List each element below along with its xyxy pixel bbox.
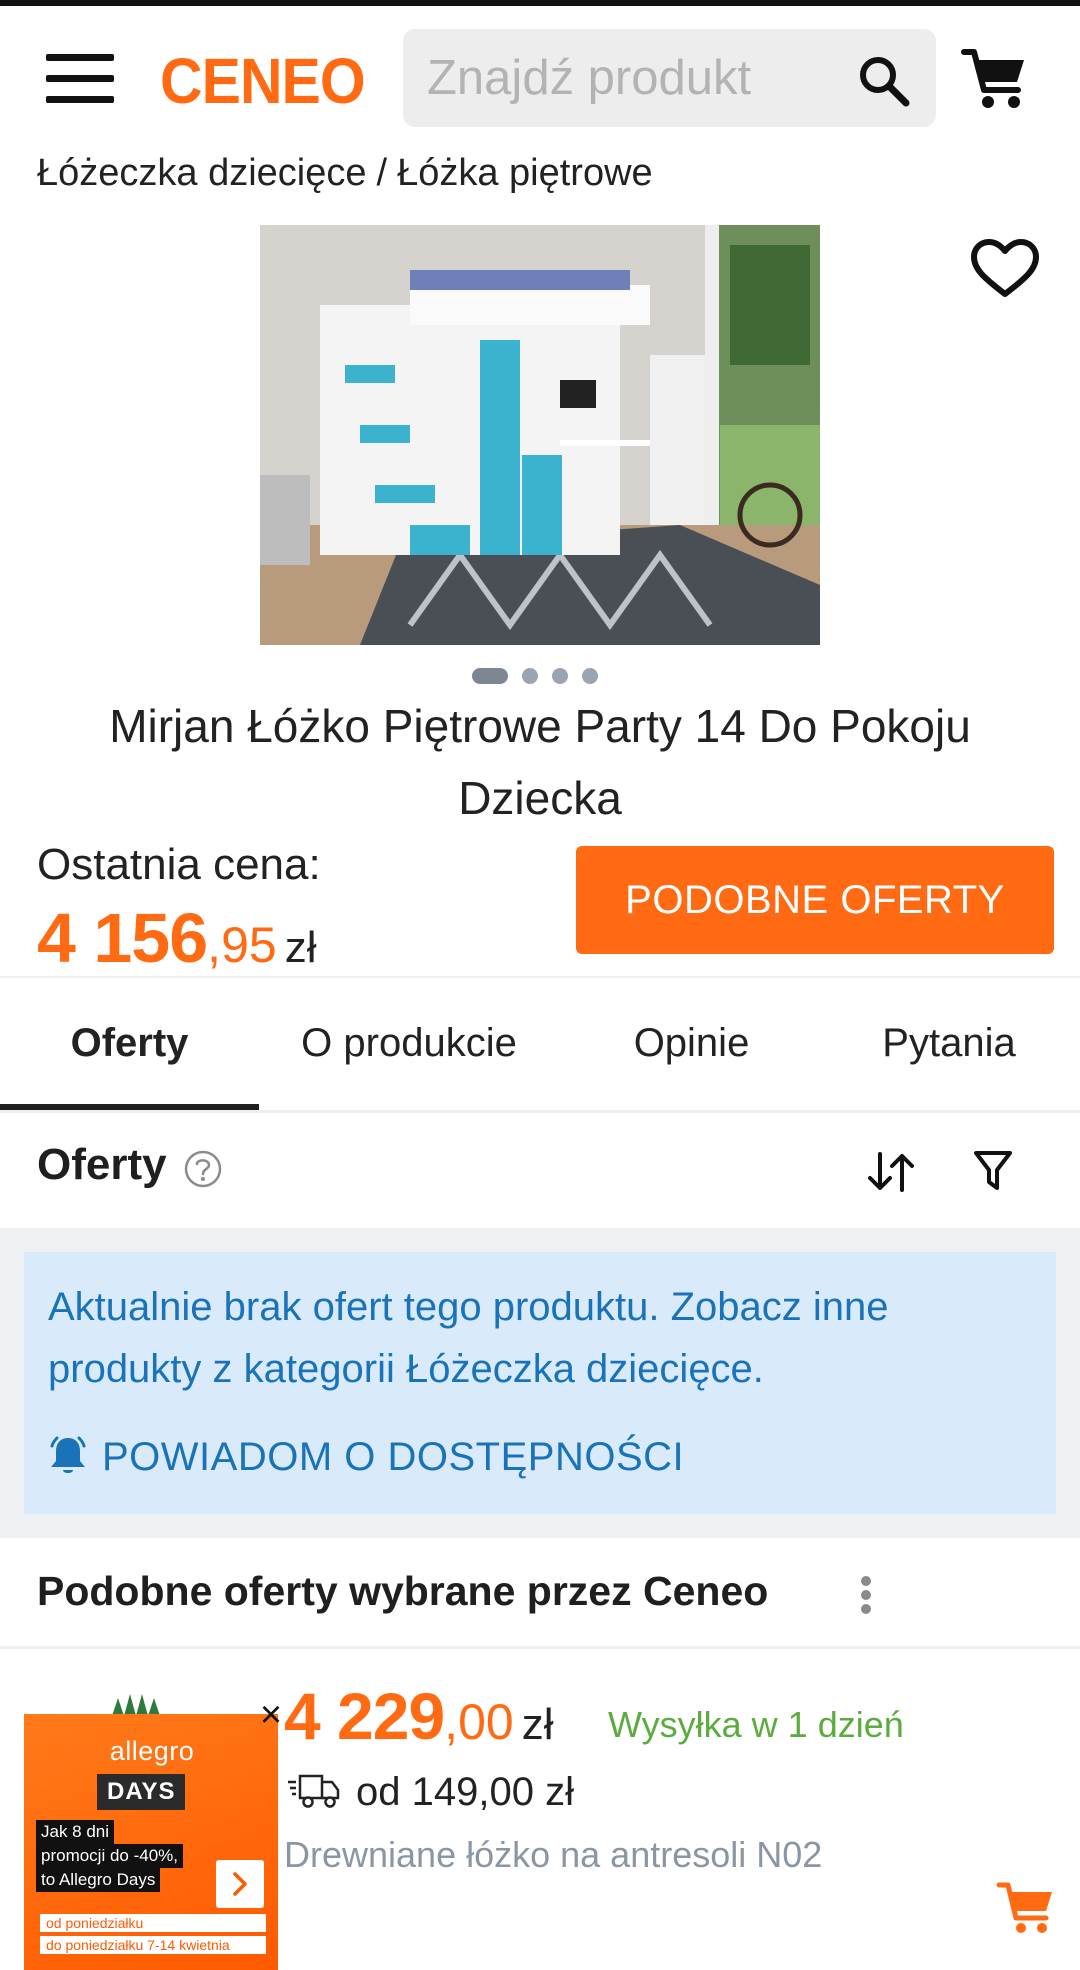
question-circle-icon[interactable] xyxy=(183,1149,223,1189)
vertical-dots-icon[interactable] xyxy=(856,1574,876,1616)
tab-offers[interactable]: Oferty xyxy=(0,978,259,1108)
tab-questions[interactable]: Pytania xyxy=(824,978,1074,1108)
breadcrumb-item-bunk-beds[interactable]: Łóżka piętrowe xyxy=(397,152,653,194)
delivery-price: od 149,00 zł xyxy=(356,1770,574,1814)
product-title: Mirjan Łóżko Piętrowe Party 14 Do Pokoju… xyxy=(109,700,971,824)
offer-product-name[interactable]: Drewniane łóżko na antresoli N02 xyxy=(284,1834,822,1876)
chevron-right-icon[interactable] xyxy=(216,1860,264,1908)
price-currency: zł xyxy=(284,923,317,972)
gallery-pagination xyxy=(472,668,598,684)
price-whole: 4 156 xyxy=(37,899,208,977)
tab-reviews[interactable]: Opinie xyxy=(559,978,824,1108)
close-icon[interactable]: × xyxy=(256,1696,286,1734)
divider xyxy=(0,1110,1080,1113)
divider xyxy=(0,1646,1080,1649)
ad-days-label: DAYS xyxy=(97,1774,186,1810)
delivery-truck-icon xyxy=(286,1770,340,1815)
funnel-filter-icon[interactable] xyxy=(972,1148,1014,1194)
allegro-days-ad[interactable]: allegro DAYS Jak 8 dni promocji do -40%,… xyxy=(24,1714,278,1970)
ad-text-line: Jak 8 dni xyxy=(36,1820,115,1844)
bunk-bed-photo[interactable] xyxy=(260,225,820,645)
breadcrumb-item-cribs[interactable]: Łóżeczka dziecięce xyxy=(37,152,367,194)
ad-footnote: do poniedziałku 7-14 kwietnia xyxy=(40,1936,266,1954)
ad-text-line: promocji do -40%, xyxy=(36,1844,184,1868)
product-price: 4 156,95 zł xyxy=(37,898,316,978)
notify-availability-button[interactable]: POWIADOM O DOSTĘPNOŚCI xyxy=(48,1434,684,1481)
no-offers-text: Aktualnie brak ofert tego produktu. Zoba… xyxy=(48,1285,889,1391)
ad-brand: allegro xyxy=(109,1736,195,1766)
search-icon[interactable] xyxy=(854,51,914,111)
heart-icon[interactable] xyxy=(970,238,1040,300)
product-tabs: Oferty O produkcie Opinie Pytania xyxy=(0,978,1080,1108)
gallery-dot[interactable] xyxy=(522,668,538,684)
offer-price-fraction: ,00 xyxy=(444,1694,514,1750)
similar-offers-button[interactable]: PODOBNE OFERTY xyxy=(576,846,1054,954)
similar-offers-heading: Podobne oferty wybrane przez Ceneo xyxy=(37,1568,769,1614)
offer-price-whole: 4 229 xyxy=(284,1679,445,1753)
ceneo-logo[interactable]: CENEO xyxy=(160,44,366,118)
cart-icon[interactable] xyxy=(960,46,1030,112)
price-fraction: ,95 xyxy=(207,917,277,973)
header: CENEO xyxy=(0,6,1080,150)
sort-arrows-icon[interactable] xyxy=(866,1150,916,1194)
notify-availability-label: POWIADOM O DOSTĘPNOŚCI xyxy=(102,1435,685,1479)
offer-price: 4 229,00 zł xyxy=(284,1678,553,1754)
offers-heading: Oferty xyxy=(37,1140,167,1189)
ad-footnote: od poniedziałku xyxy=(40,1914,266,1932)
breadcrumb: Łóżeczka dziecięce / Łóżka piętrowe xyxy=(37,152,653,195)
search-input[interactable] xyxy=(427,29,847,127)
offer-price-currency: zł xyxy=(521,1700,554,1749)
gallery-dot-active[interactable] xyxy=(472,668,508,684)
gallery-dot[interactable] xyxy=(582,668,598,684)
hamburger-menu-icon[interactable] xyxy=(46,50,116,108)
breadcrumb-separator: / xyxy=(376,152,388,194)
ad-text-line: to Allegro Days xyxy=(36,1868,161,1892)
tab-about-product[interactable]: O produkcie xyxy=(259,978,559,1108)
delivery-info: od 149,00 zł xyxy=(286,1770,574,1815)
bell-icon xyxy=(48,1434,88,1481)
gallery-dot[interactable] xyxy=(552,668,568,684)
last-price-label: Ostatnia cena: xyxy=(37,840,321,889)
add-to-cart-icon[interactable] xyxy=(996,1880,1056,1936)
search-bar xyxy=(403,29,936,127)
no-offers-notice: Aktualnie brak ofert tego produktu. Zoba… xyxy=(24,1252,1056,1514)
shipping-time: Wysyłka w 1 dzień xyxy=(608,1704,904,1745)
